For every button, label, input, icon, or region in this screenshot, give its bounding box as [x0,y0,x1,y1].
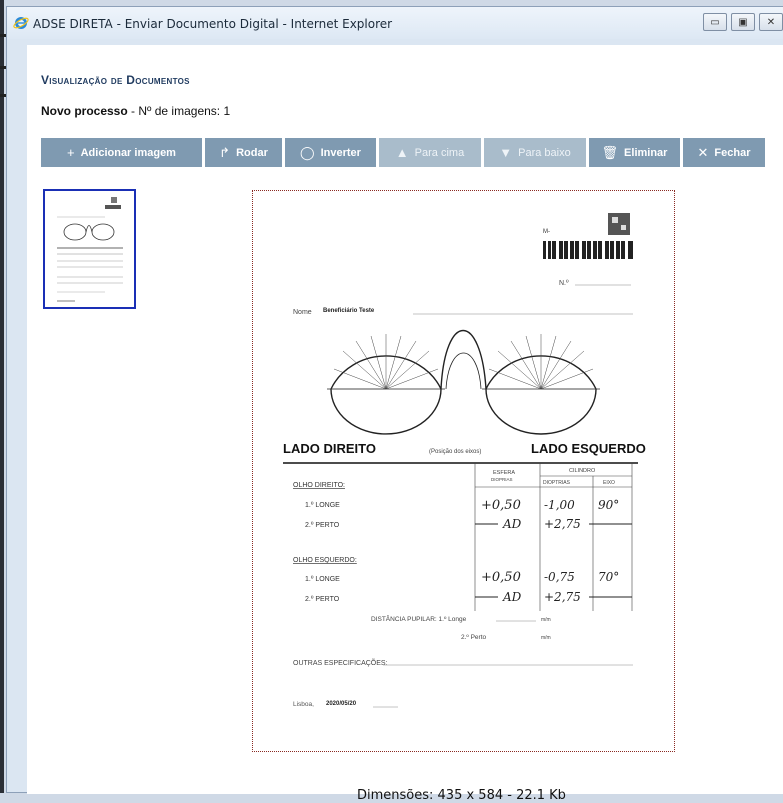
move-up-button[interactable]: ▲ Para cima [379,138,481,167]
dist-pupilar-longe: DISTÂNCIA PUPILAR: 1.º Longe [371,614,467,623]
toolbar: + Adicionar imagem ↱ Rodar ◯ Inverter ▲ … [41,138,765,167]
oe-longe-esfera: +0,50 [481,570,521,585]
col-eixo: EIXO [603,480,615,486]
nome-label: Nome [293,309,312,316]
button-label: Fechar [714,146,751,159]
od-longe-label: 1.º LONGE [305,502,340,509]
od-perto-dioptrias: +2,75 [544,517,581,531]
oe-longe-dioptrias: -0,75 [544,570,575,584]
minimize-icon: ▭ [710,16,720,28]
col-esfera: ESFERA [493,470,515,476]
desktop-edge [0,0,4,793]
maximize-icon: ▣ [738,16,748,28]
col-cilindro: CILINDRO [569,468,596,474]
dialog-content: Visualização de Documentos Novo processo… [27,45,783,803]
scanned-document: M- N.º Nome Beneficiário Teste LADO DIRE… [283,213,646,708]
invert-button[interactable]: ◯ Inverter [285,138,376,167]
barcode [543,241,633,259]
ie-window: ADSE DIRETA - Enviar Documento Digital -… [6,6,783,803]
od-perto-esfera: AD [502,517,522,531]
maximize-button[interactable]: ▣ [731,13,755,31]
button-label: Inverter [320,146,361,159]
mm-perto: m/m [541,635,551,641]
close-window-button[interactable]: ✕ [759,13,783,31]
rotate-icon: ↱ [219,145,231,160]
document-date: 2020/05/20 [326,701,357,707]
window-controls: ▭ ▣ ✕ [703,13,783,31]
arrow-up-icon: ▲ [395,145,409,160]
internet-explorer-icon [13,17,29,29]
document-preview: M- N.º Nome Beneficiário Teste LADO DIRE… [252,190,675,752]
button-label: Eliminar [624,146,668,159]
process-label: Novo processo [41,104,128,118]
invert-icon: ◯ [300,145,315,160]
oe-perto-label: 2.º PERTO [305,596,340,603]
button-label: Adicionar imagem [80,146,176,159]
image-dimensions: Dimensões: 435 x 584 - 22.1 Kb [357,788,566,803]
posicao-label: (Posição dos eixos) [429,449,481,455]
oe-perto-esfera: AD [502,590,522,604]
od-longe-eixo: 90° [598,498,619,512]
button-label: Para baixo [518,146,571,159]
glasses-axis-diagram [327,329,600,435]
od-longe-dioptrias: -1,00 [544,498,575,512]
m-label: M- [543,229,550,235]
olho-esquerdo-label: OLHO ESQUERDO: [293,557,357,564]
lisboa-label: Lisboa, [293,701,314,708]
col-dioptrias: DIOPTRIAS [543,480,571,486]
close-icon: ✕ [697,145,709,160]
rotate-button[interactable]: ↱ Rodar [205,138,282,167]
arrow-down-icon: ▼ [499,145,513,160]
add-image-button[interactable]: + Adicionar imagem [41,138,202,167]
process-info: Novo processo - Nº de imagens: 1 [41,104,230,118]
close-button[interactable]: ✕ Fechar [683,138,765,167]
oe-longe-eixo: 70° [598,570,619,584]
button-label: Rodar [236,146,268,159]
od-perto-label: 2.º PERTO [305,522,340,529]
image-thumbnail[interactable] [43,189,136,309]
delete-button[interactable]: 🗑 Eliminar [589,138,680,167]
trash-icon: 🗑 [601,145,619,160]
outras-especificacoes: OUTRAS ESPECIFICAÇÕES: [293,658,388,667]
oe-perto-dioptrias: +2,75 [544,590,581,604]
button-label: Para cima [414,146,465,159]
col-esfera-sub: DIOPRIAS [491,477,513,482]
page-title: Visualização de Documentos [41,73,190,87]
window-title: ADSE DIRETA - Enviar Documento Digital -… [33,17,393,31]
plus-icon: + [67,145,75,160]
title-bar: ADSE DIRETA - Enviar Documento Digital -… [7,7,783,39]
thumbnail-preview [57,197,123,302]
move-down-button[interactable]: ▼ Para baixo [484,138,586,167]
nome-value: Beneficiário Teste [323,308,375,314]
n-label: N.º [559,280,569,287]
lado-esquerdo-label: LADO ESQUERDO [531,441,646,456]
qr-code [608,213,630,235]
olho-direito-label: OLHO DIREITO: [293,482,345,489]
mm-longe: m/m [541,617,551,623]
lado-direito-label: LADO DIREITO [283,441,376,456]
minimize-button[interactable]: ▭ [703,13,727,31]
close-icon: ✕ [766,16,776,28]
od-longe-esfera: +0,50 [481,498,521,513]
oe-longe-label: 1.º LONGE [305,576,340,583]
dist-pupilar-perto: 2.º Perto [461,634,487,641]
images-count: - Nº de imagens: 1 [127,104,231,118]
